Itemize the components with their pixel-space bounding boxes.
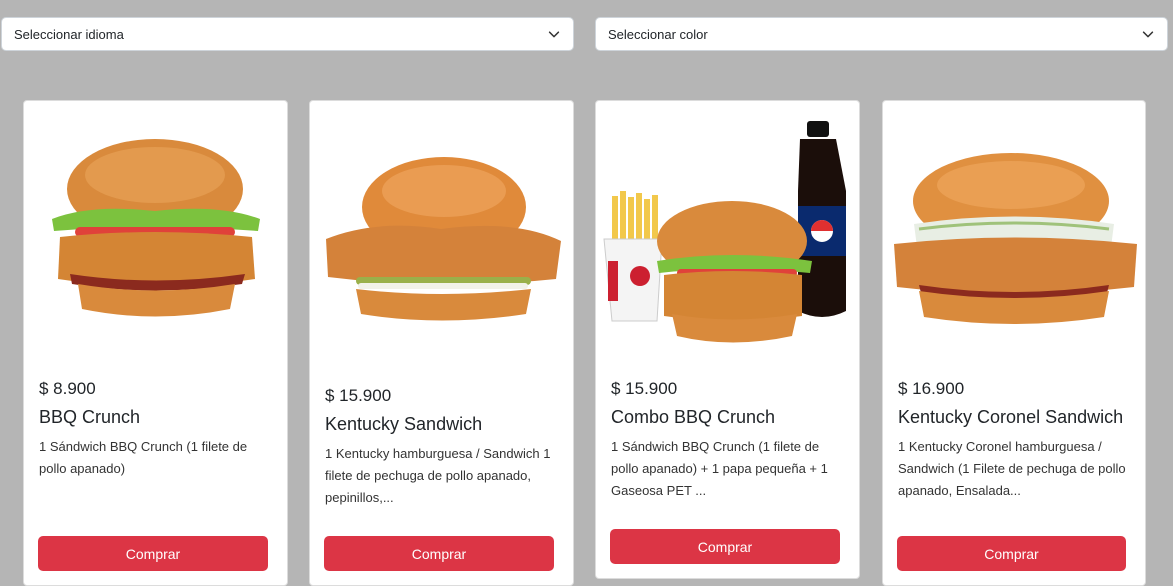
product-card: $ 16.900 Kentucky Coronel Sandwich 1 Ken… — [882, 100, 1146, 586]
product-price: $ 8.900 — [39, 379, 96, 398]
product-card: $ 15.900 Kentucky Sandwich 1 Kentucky ha… — [309, 100, 574, 586]
product-description: 1 Kentucky Coronel hamburguesa / Sandwic… — [898, 439, 1126, 498]
product-price: $ 15.900 — [611, 379, 678, 398]
language-select[interactable]: Seleccionar idioma — [1, 17, 574, 51]
buy-button[interactable]: Comprar — [38, 536, 268, 571]
chevron-down-icon — [1142, 31, 1154, 38]
combo-image — [603, 121, 846, 343]
product-card: $ 8.900 BBQ Crunch 1 Sándwich BBQ Crunch… — [23, 100, 288, 586]
product-card: $ 15.900 Combo BBQ Crunch 1 Sándwich BBQ… — [595, 100, 860, 579]
product-price: $ 15.900 — [325, 386, 392, 405]
product-name: Kentucky Sandwich — [325, 414, 483, 434]
language-select-label: Seleccionar idioma — [14, 26, 124, 42]
burger-image — [894, 153, 1137, 324]
buy-button[interactable]: Comprar — [610, 529, 840, 564]
product-name: Kentucky Coronel Sandwich — [898, 407, 1124, 427]
product-description: 1 Kentucky hamburguesa / Sandwich 1 file… — [325, 446, 551, 505]
product-description: 1 Sándwich BBQ Crunch (1 filete de pollo… — [39, 439, 248, 476]
burger-image — [326, 157, 561, 321]
product-price: $ 16.900 — [898, 379, 965, 398]
buy-button[interactable]: Comprar — [897, 536, 1126, 571]
product-description: 1 Sándwich BBQ Crunch (1 filete de pollo… — [611, 439, 828, 498]
color-select-label: Seleccionar color — [608, 26, 708, 42]
product-name: BBQ Crunch — [39, 407, 141, 427]
buy-button[interactable]: Comprar — [324, 536, 554, 571]
product-name: Combo BBQ Crunch — [611, 407, 776, 427]
color-select[interactable]: Seleccionar color — [595, 17, 1168, 51]
burger-image — [52, 139, 260, 317]
chevron-down-icon — [548, 31, 560, 38]
